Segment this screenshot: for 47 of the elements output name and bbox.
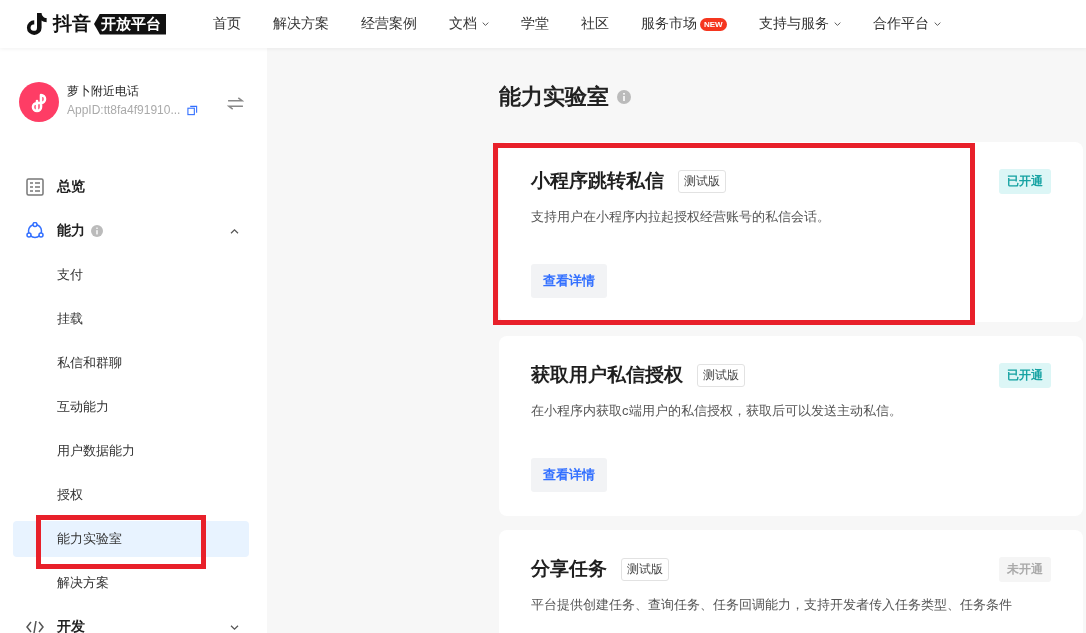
nav-link[interactable]: 文档 <box>449 15 489 33</box>
nav-link[interactable]: 学堂 <box>521 15 549 33</box>
menu-item[interactable]: 总览 <box>0 165 267 209</box>
submenu-item[interactable]: 能力实验室 <box>13 521 249 557</box>
music-note-icon <box>26 12 48 36</box>
swap-icon[interactable] <box>227 97 244 110</box>
card-description: 在小程序内获取c端用户的私信授权，获取后可以发送主动私信。 <box>531 402 903 420</box>
nav-link[interactable]: 经营案例 <box>361 15 417 33</box>
status-badge: 已开通 <box>999 362 1051 388</box>
card-description: 平台提供创建任务、查询任务、任务回调能力，支持开发者传入任务类型、任务条件 <box>531 596 1013 614</box>
submenu-item[interactable]: 私信和群聊 <box>13 345 249 381</box>
nodes-icon <box>26 222 44 240</box>
list-icon <box>26 178 44 196</box>
nav-link[interactable]: 解决方案 <box>273 15 329 33</box>
nav-link[interactable]: 服务市场 NEW <box>641 15 727 33</box>
status-badge: 已开通 <box>999 168 1051 194</box>
logo[interactable]: 抖音 开放平台 <box>26 11 182 37</box>
submenu-item[interactable]: 支付 <box>13 257 249 293</box>
details-button[interactable]: 查看详情 <box>531 458 607 492</box>
beta-tag: 测试版 <box>621 557 669 581</box>
menu-item[interactable]: 能力 <box>0 209 267 253</box>
code-icon <box>26 618 44 633</box>
nav-link[interactable]: 支持与服务 <box>758 15 841 33</box>
submenu-item[interactable]: 挂载 <box>13 301 249 337</box>
submenu-item[interactable]: 解决方案 <box>13 565 249 601</box>
beta-tag: 测试版 <box>678 169 726 193</box>
app-name: 萝卜附近电话 <box>67 83 140 100</box>
submenu-item[interactable]: 互动能力 <box>13 389 249 425</box>
nav-link[interactable]: 合作平台 <box>872 15 941 33</box>
details-button[interactable]: 查看详情 <box>531 264 607 298</box>
app-avatar-icon <box>19 82 59 122</box>
card-description: 支持用户在小程序内拉起授权经营账号的私信会话。 <box>531 208 831 226</box>
status-badge: 未开通 <box>999 556 1051 582</box>
submenu-item[interactable]: 用户数据能力 <box>13 433 249 469</box>
new-badge: NEW <box>700 17 727 31</box>
info-icon[interactable] <box>617 90 631 104</box>
card-title: 获取用户私信授权 <box>531 363 683 387</box>
app-id: AppID:tt8fa4f91910... <box>67 103 181 117</box>
beta-tag: 测试版 <box>697 363 745 387</box>
card-title: 分享任务 <box>531 557 607 581</box>
nav-link[interactable]: 首页 <box>213 15 241 33</box>
submenu-item[interactable]: 授权 <box>13 477 249 513</box>
menu-item[interactable]: 开发 <box>0 605 267 633</box>
copy-icon[interactable] <box>187 104 199 116</box>
nav-link[interactable]: 社区 <box>581 15 609 33</box>
card-title: 小程序跳转私信 <box>531 169 664 193</box>
page-title: 能力实验室 <box>499 83 609 111</box>
